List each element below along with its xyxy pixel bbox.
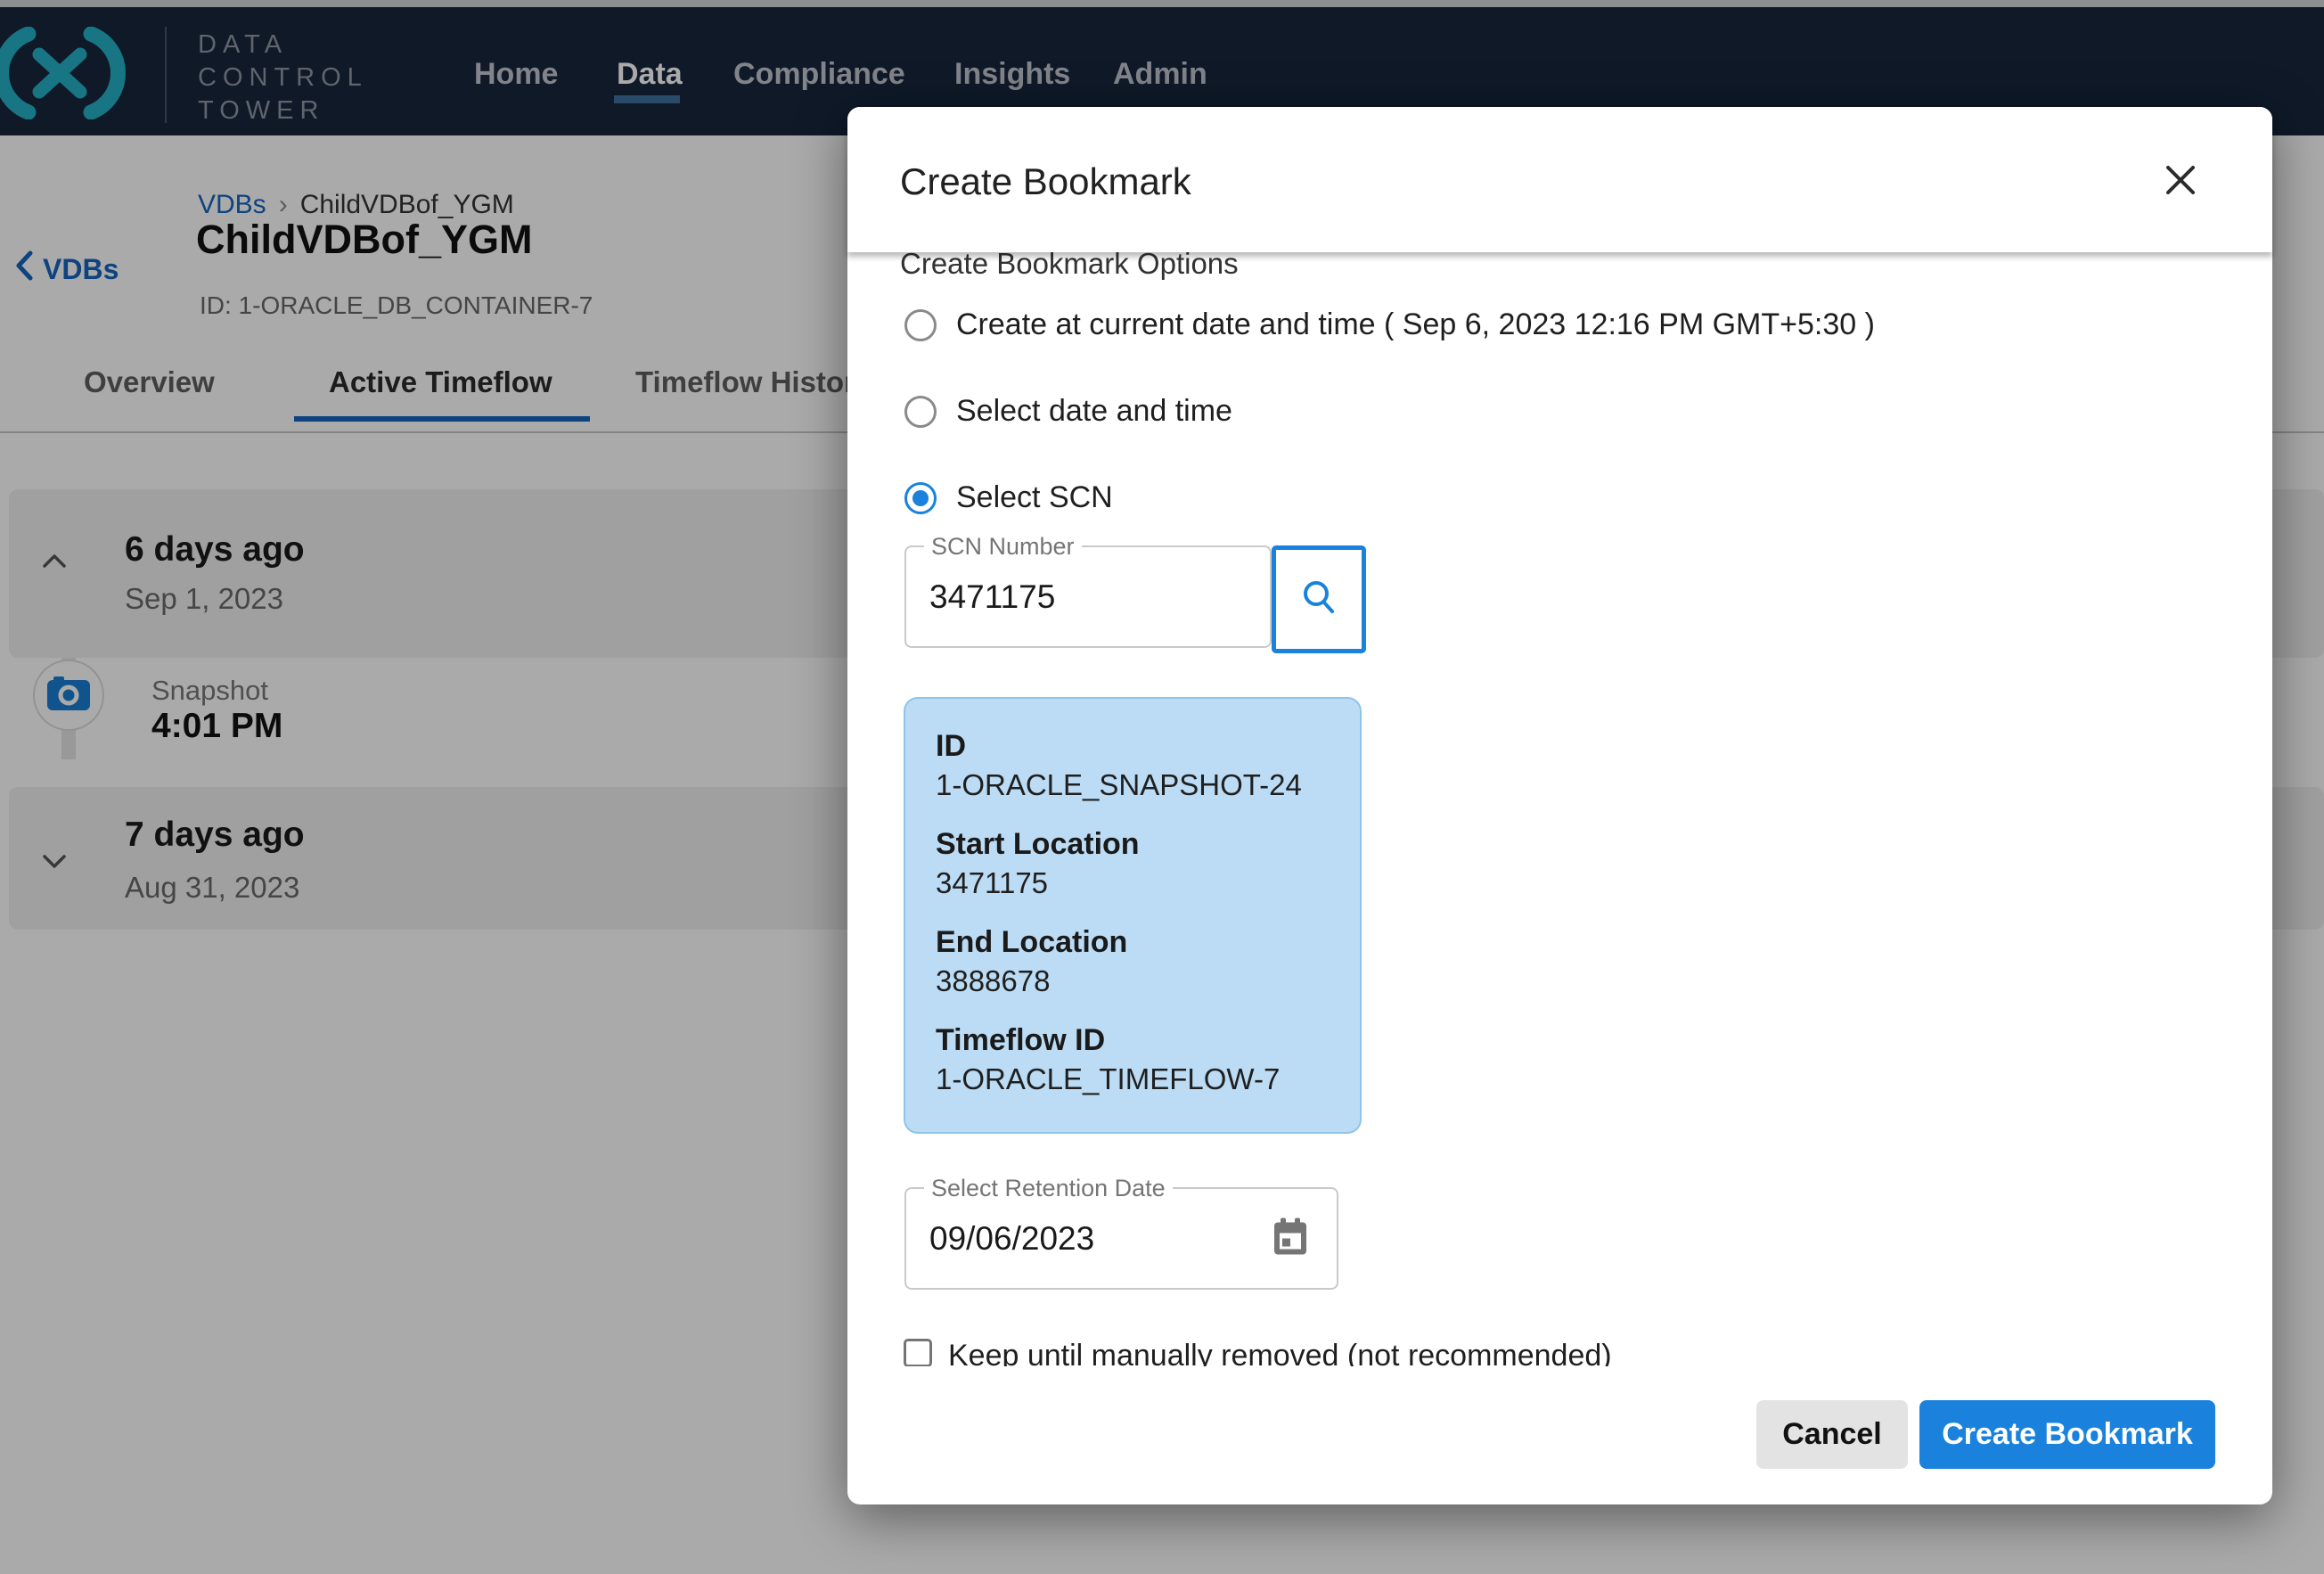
retention-date-field[interactable]: Select Retention Date 09/06/2023: [904, 1187, 1338, 1290]
info-label: End Location: [936, 923, 1330, 962]
info-pair-start-location: Start Location 3471175: [936, 825, 1330, 902]
radio-select-scn[interactable]: Select SCN: [904, 480, 1113, 515]
info-label: Timeflow ID: [936, 1021, 1330, 1060]
calendar-icon[interactable]: [1272, 1217, 1308, 1260]
info-pair-end-location: End Location 3888678: [936, 923, 1330, 1000]
radio-select-datetime[interactable]: Select date and time: [904, 394, 1232, 429]
checkbox-icon[interactable]: [904, 1339, 932, 1366]
info-pair-id: ID 1-ORACLE_SNAPSHOT-24: [936, 727, 1330, 804]
keep-checkbox-row[interactable]: Keep until manually removed (not recomme…: [904, 1339, 1884, 1366]
keep-checkbox-label: Keep until manually removed (not recomme…: [948, 1339, 1612, 1366]
info-value: 1-ORACLE_SNAPSHOT-24: [936, 766, 1330, 804]
retention-date-value[interactable]: 09/06/2023: [929, 1220, 1094, 1258]
create-bookmark-dialog: Create Bookmark Create Bookmark Options …: [847, 107, 2272, 1504]
radio-current-datetime[interactable]: Create at current date and time ( Sep 6,…: [904, 307, 1875, 342]
info-label: ID: [936, 727, 1330, 766]
close-button[interactable]: [2157, 159, 2204, 205]
scn-number-value[interactable]: 3471175: [929, 578, 1055, 616]
info-label: Start Location: [936, 825, 1330, 864]
dialog-header: Create Bookmark: [847, 107, 2272, 252]
cancel-button[interactable]: Cancel: [1756, 1400, 1908, 1469]
radio-icon-selected[interactable]: [904, 482, 937, 514]
radio-icon[interactable]: [904, 396, 937, 428]
info-value: 3471175: [936, 864, 1330, 902]
radio-label: Create at current date and time ( Sep 6,…: [956, 307, 1875, 342]
radio-label: Select SCN: [956, 480, 1113, 515]
scn-number-field[interactable]: SCN Number 3471175: [904, 545, 1272, 648]
info-value: 3888678: [936, 962, 1330, 1000]
search-icon: [1299, 578, 1338, 621]
retention-date-label: Select Retention Date: [924, 1175, 1173, 1202]
scn-search-button[interactable]: [1272, 545, 1366, 653]
scn-number-label: SCN Number: [924, 533, 1082, 561]
dialog-title: Create Bookmark: [900, 160, 1191, 203]
info-value: 1-ORACLE_TIMEFLOW-7: [936, 1060, 1330, 1098]
create-bookmark-button[interactable]: Create Bookmark: [1919, 1400, 2215, 1469]
radio-icon[interactable]: [904, 309, 937, 341]
radio-label: Select date and time: [956, 394, 1232, 429]
close-icon: [2163, 162, 2198, 202]
info-pair-timeflow-id: Timeflow ID 1-ORACLE_TIMEFLOW-7: [936, 1021, 1330, 1098]
snapshot-info-card: ID 1-ORACLE_SNAPSHOT-24 Start Location 3…: [904, 697, 1362, 1134]
